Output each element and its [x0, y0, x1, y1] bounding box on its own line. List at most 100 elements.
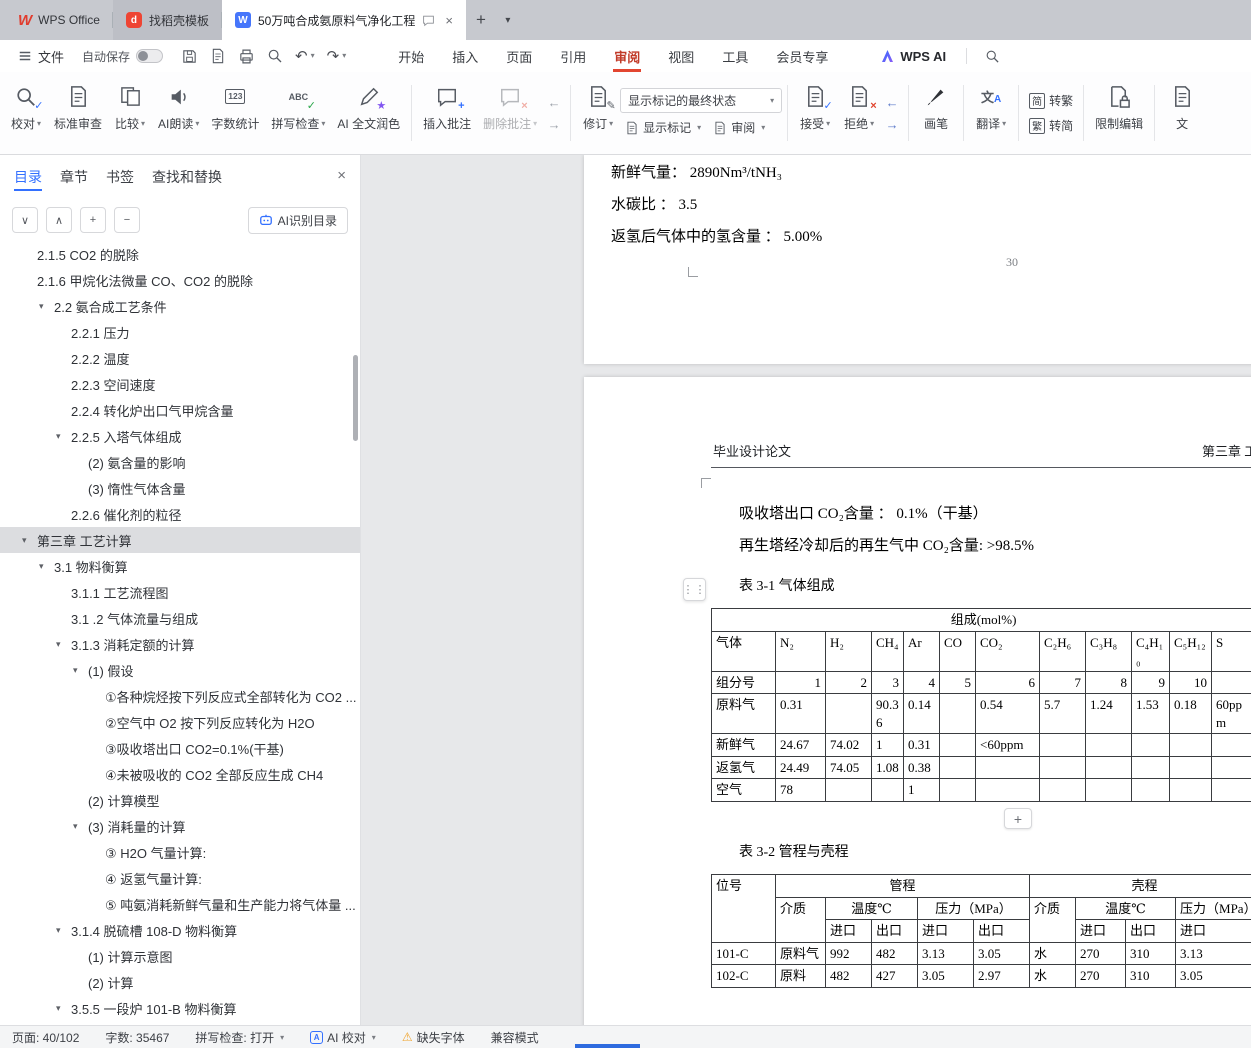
table-cell[interactable]: 新鲜气	[711, 733, 776, 757]
table-cell[interactable]: 101-C	[711, 941, 776, 966]
print-button[interactable]	[238, 48, 255, 65]
dropdown-caret-icon[interactable]: ▾	[141, 119, 145, 128]
collapse-toggle-icon[interactable]: ▾	[73, 665, 88, 676]
table-header-cell[interactable]: 压力（MPa）	[1175, 896, 1251, 921]
column-header-cell[interactable]: 气体	[711, 630, 776, 672]
table-cell[interactable]: 1	[871, 733, 904, 757]
table-cell[interactable]: 返氢气	[711, 755, 776, 780]
redo-button[interactable]: ↷ ▾	[327, 49, 347, 64]
previous-revision-button[interactable]: ←	[881, 93, 903, 111]
table-cell[interactable]: 270	[1075, 941, 1127, 966]
table-cell[interactable]: 0.31	[775, 693, 826, 735]
table-title-cell[interactable]: 组成(mol%)	[710, 608, 1251, 632]
table-cell[interactable]: 水	[1029, 964, 1077, 988]
close-tab-icon[interactable]: ×	[445, 13, 453, 28]
table-cell[interactable]: 3.05	[917, 964, 974, 988]
doc-text-line[interactable]: 水碳比 ： 3.5	[611, 193, 697, 214]
collapse-toggle-icon[interactable]: ▾	[56, 431, 71, 442]
toc-item[interactable]: (2) 计算模型	[0, 787, 360, 813]
document-page-31[interactable]: 毕业设计论文 第三章 工 吸收塔出口 CO₂含量 ： 0.1%（干基） 再生塔经…	[584, 377, 1251, 1025]
menu-tab-review[interactable]: 审阅	[600, 40, 654, 72]
dropdown-caret-icon[interactable]: ▾	[321, 119, 325, 128]
table-cell[interactable]: 60ppm	[1210, 693, 1251, 735]
dropdown-caret-icon[interactable]: ▾	[870, 119, 874, 128]
redo-caret-icon[interactable]: ▾	[342, 52, 346, 60]
table-header-cell[interactable]: 出口	[871, 919, 918, 943]
promote-button[interactable]: +	[80, 207, 106, 233]
table-cell[interactable]	[1210, 733, 1251, 757]
table-cell[interactable]	[871, 778, 904, 802]
toc-item[interactable]: ▾ 2.2 氨合成工艺条件	[0, 293, 360, 319]
table-cell[interactable]	[1169, 755, 1212, 780]
toc-item[interactable]: ▾ 3.1 物料衡算	[0, 553, 360, 579]
sidebar-scrollbar-thumb[interactable]	[353, 355, 358, 441]
table-cell[interactable]	[975, 778, 1040, 802]
table-header-cell[interactable]: 介质	[775, 896, 826, 943]
nav-tab-bookmarks[interactable]: 书签	[106, 155, 134, 199]
table-cell[interactable]: 310	[1125, 941, 1177, 966]
table-cell[interactable]: 空气	[711, 778, 776, 802]
tab-docer[interactable]: d 找稻壳模板	[112, 0, 222, 40]
gas-composition-table[interactable]: 组成(mol%) 气体 N₂ H₂ CH₄ Ar CO CO₂ C₂H₆ C₃H₈ C₄H₁₀ C₅H…	[710, 608, 1251, 802]
table-cell[interactable]	[1131, 733, 1170, 757]
menu-tab-reference[interactable]: 引用	[546, 40, 600, 72]
toc-item[interactable]: ③ H2O 气量计算:	[0, 839, 360, 865]
doc-text-line[interactable]: 吸收塔出口 CO₂含量 ： 0.1%（干基）	[739, 502, 988, 523]
column-header-cell[interactable]: C₄H₁₀	[1131, 630, 1170, 672]
toc-item[interactable]: ⑤ 吨氨消耗新鲜气量和生产能力将气体量 ...	[0, 891, 360, 917]
collapse-toggle-icon[interactable]: ▾	[39, 561, 54, 572]
table-cell[interactable]: 102-C	[711, 964, 776, 988]
track-changes-button[interactable]: ✎ 修订 ▾	[576, 77, 620, 149]
table-header-cell[interactable]: 进口	[1075, 919, 1127, 943]
table-header-cell[interactable]: 管程	[774, 874, 1031, 898]
accept-button[interactable]: ✓ 接受 ▾	[793, 77, 837, 149]
word-count-button[interactable]: 123 字数统计	[205, 77, 265, 149]
show-markup-button[interactable]: 显示标记 ▾	[620, 117, 706, 138]
page-indicator[interactable]: 页面: 40/102	[12, 1029, 79, 1046]
table-cell[interactable]	[1210, 670, 1251, 695]
nav-tab-find-replace[interactable]: 查找和替换	[152, 155, 222, 199]
table-cell[interactable]: 3.05	[972, 941, 1031, 966]
menu-tab-view[interactable]: 视图	[654, 40, 708, 72]
collapse-toggle-icon[interactable]: ▾	[56, 925, 71, 936]
word-count-indicator[interactable]: 字数: 35467	[105, 1029, 169, 1046]
print-preview-button[interactable]	[267, 48, 283, 64]
table-header-cell[interactable]: 温度℃	[1075, 896, 1177, 921]
column-header-cell[interactable]: C₃H₈	[1085, 630, 1132, 672]
table-cell[interactable]	[1210, 778, 1251, 802]
column-header-cell[interactable]: CH₄	[871, 630, 904, 672]
toc-item[interactable]: ④ 返氢气量计算:	[0, 865, 360, 891]
menu-tab-insert[interactable]: 插入	[438, 40, 492, 72]
toc-item[interactable]: 2.2.4 转化炉出口气甲烷含量	[0, 397, 360, 423]
table-cell[interactable]: 4	[903, 670, 940, 695]
toc-item[interactable]: (1) 计算示意图	[0, 943, 360, 969]
table-cell[interactable]: 3.05	[1175, 964, 1251, 988]
table-cell[interactable]: 3	[871, 670, 904, 695]
toc-item[interactable]: 2.1.5 CO2 的脱除	[0, 241, 360, 267]
toc-item[interactable]: 3.1 .2 气体流量与组成	[0, 605, 360, 631]
collapse-toggle-icon[interactable]: ▾	[56, 639, 71, 650]
collapse-toggle-icon[interactable]: ▾	[73, 821, 88, 832]
table-cell[interactable]	[939, 755, 976, 780]
menu-tab-start[interactable]: 开始	[384, 40, 438, 72]
dropdown-caret-icon[interactable]: ▾	[826, 119, 830, 128]
wps-ai-button[interactable]: WPS AI	[868, 49, 958, 64]
table-cell[interactable]: 0.31	[903, 733, 940, 757]
table-cell[interactable]	[939, 733, 976, 757]
column-header-cell[interactable]: H₂	[825, 630, 872, 672]
column-header-cell[interactable]: C₅H₁₂	[1169, 630, 1212, 672]
column-header-cell[interactable]: C₂H₆	[1039, 630, 1086, 672]
table-cell[interactable]: 1.24	[1085, 693, 1132, 735]
table-cell[interactable]: 原料气	[775, 941, 826, 966]
table-header-cell[interactable]: 出口	[1125, 919, 1177, 943]
expand-all-button[interactable]: ∨	[12, 207, 38, 233]
table-cell[interactable]: 310	[1125, 964, 1177, 988]
table-cell[interactable]: 482	[871, 941, 918, 966]
restrict-editing-button[interactable]: 限制编辑	[1089, 77, 1149, 149]
spellcheck-indicator[interactable]: 拼写检查: 打开 ▾	[195, 1029, 284, 1046]
table-header-cell[interactable]: 压力（MPa）	[916, 896, 1031, 921]
table-cell[interactable]	[1039, 755, 1086, 780]
proofread-button[interactable]: ✓ 校对 ▾	[4, 77, 48, 149]
doc-text-line[interactable]: 再生塔经冷却后的再生气中 CO₂含量: >98.5%	[739, 534, 1034, 555]
toc-item[interactable]: (2) 氨含量的影响	[0, 449, 360, 475]
